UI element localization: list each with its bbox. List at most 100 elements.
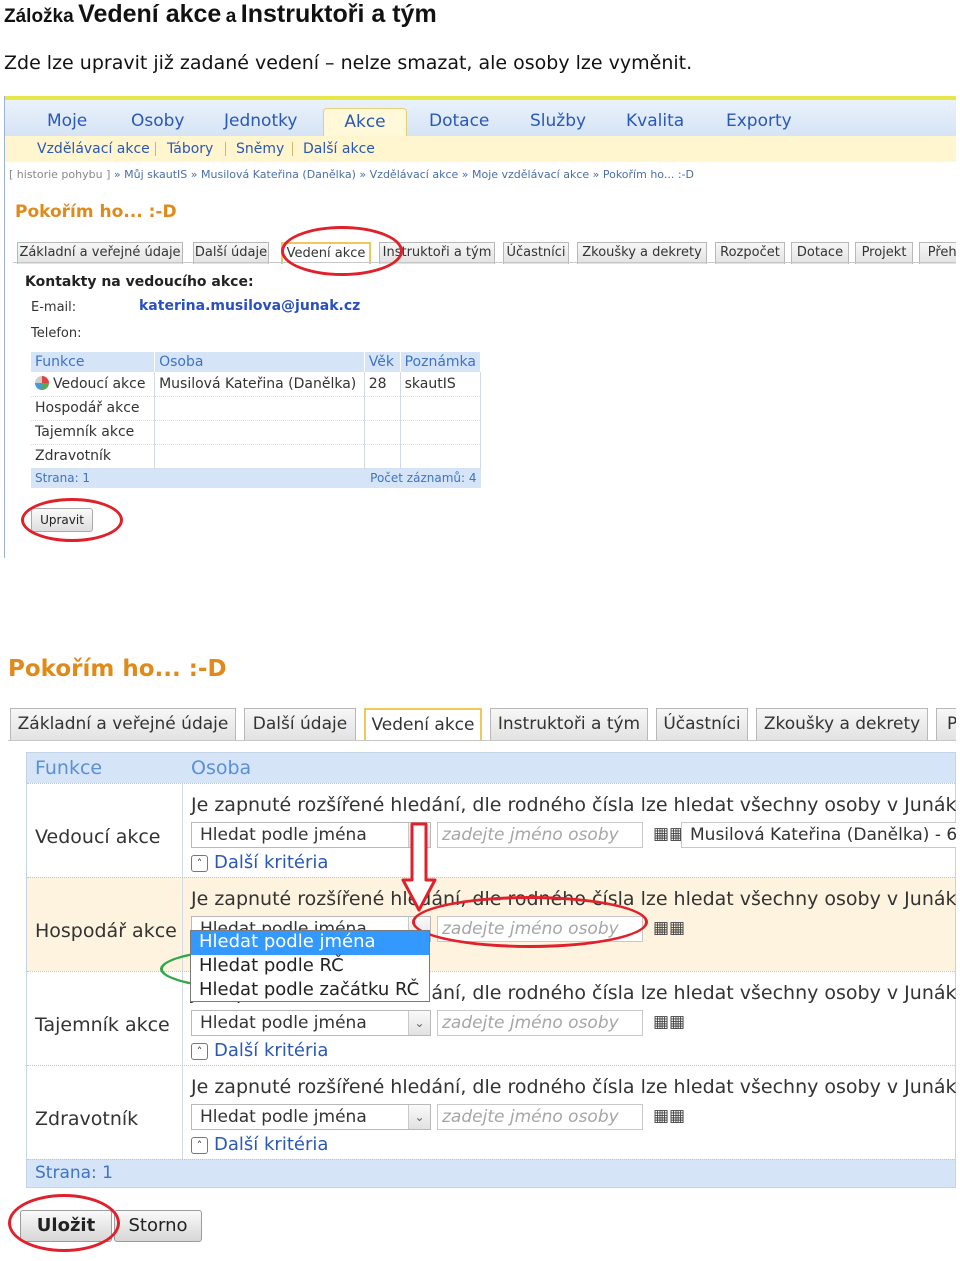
menu-item-osoby[interactable]: Osoby	[117, 108, 199, 136]
breadcrumb-history-link[interactable]: [ historie pohybu ]	[9, 168, 110, 181]
column-header-funkce[interactable]: Funkce	[31, 352, 156, 372]
title-prefix: Záložka	[4, 6, 74, 27]
tab-zkousky-a-dekrety[interactable]: Zkoušky a dekrety	[756, 708, 928, 740]
breadcrumb: [ historie pohybu ] » Můj skautIS » Musi…	[9, 168, 694, 181]
tab-bar: Základní a veřejné údaje Další údaje Ved…	[5, 242, 956, 264]
chevron-down-icon[interactable]: ⌄	[408, 1105, 430, 1129]
table-footer-row: Strana: 1 Počet záznamů: 4	[31, 468, 481, 488]
chevron-down-icon[interactable]: ⌄	[408, 1011, 430, 1035]
tab-ucastnici[interactable]: Účastníci	[503, 242, 569, 264]
tab-vedeni-akce[interactable]: Vedení akce	[364, 708, 482, 740]
menu-item-akce[interactable]: Akce	[323, 108, 407, 136]
column-header-vek[interactable]: Věk	[364, 352, 401, 372]
leaders-table: Funkce Osoba Věk Poznámka Vedoucí akce M…	[31, 352, 482, 488]
table-header-row: Funkce Osoba	[27, 753, 955, 783]
table-row: Tajemník akce Je zapnuté rozšířené hledá…	[27, 971, 956, 1065]
tab-dotace[interactable]: Dotace	[791, 242, 849, 264]
breadcrumb-path[interactable]: » Můj skautIS » Musilová Kateřina (Daněl…	[114, 168, 694, 181]
cell-funkce: Hospodář akce	[31, 396, 156, 421]
menu-item-exporty[interactable]: Exporty	[712, 108, 806, 136]
dropdown-option[interactable]: Hledat podle jména	[191, 931, 429, 955]
cell-vek	[364, 420, 401, 445]
search-mode-select[interactable]: Hledat podle jména⌄	[191, 822, 431, 848]
pie-chart-icon	[35, 375, 49, 390]
table-row: Vedoucí akce Musilová Kateřina (Danělka)…	[31, 372, 482, 397]
tab-zkousky-a-dekrety[interactable]: Zkoušky a dekrety	[577, 242, 707, 264]
person-name-input[interactable]: zadejte jméno osoby	[437, 1104, 643, 1130]
cell-poznamka	[400, 396, 482, 421]
cell-vek: 28	[364, 372, 401, 397]
cell-poznamka	[400, 420, 482, 445]
submenu-item-tabory[interactable]: Tábory	[167, 136, 213, 162]
tab-zakladni-udaje[interactable]: Základní a veřejné údaje	[10, 708, 236, 740]
tab-instruktori-a-tym[interactable]: Instruktoři a tým	[490, 708, 648, 740]
column-header-poznamka[interactable]: Poznámka	[400, 352, 482, 372]
cell-funkce: Vedoucí akce	[31, 372, 156, 397]
tab-dalsi-udaje[interactable]: Další údaje	[193, 242, 269, 264]
cell-osoba	[154, 444, 365, 469]
funkce-text: Vedoucí akce	[53, 375, 146, 392]
binoculars-icon[interactable]: ▦▦	[653, 1012, 685, 1032]
table-row: Hospodář akce Je zapnuté rozšířené hledá…	[27, 877, 956, 971]
tab-prehled[interactable]: Přehl	[919, 242, 956, 264]
email-link[interactable]: katerina.musilova@junak.cz	[139, 298, 360, 314]
binoculars-icon[interactable]: ▦▦	[653, 918, 685, 938]
person-name-input[interactable]: zadejte jméno osoby	[437, 1010, 643, 1036]
cell-funkce: Zdravotník	[31, 444, 156, 469]
tab-vedeni-akce[interactable]: Vedení akce	[281, 242, 371, 264]
submenu: Vzdělávací akce Tábory Sněmy Další akce	[5, 136, 956, 162]
cell-funkce: Tajemník akce	[31, 420, 156, 445]
more-criteria-link[interactable]: ˄ Další kritéria	[191, 1040, 328, 1061]
dropdown-option[interactable]: Hledat podle začátku RČ	[191, 979, 429, 1003]
save-button[interactable]: Uložit	[20, 1210, 112, 1242]
title-tab-name-2: Instruktoři a tým	[240, 0, 437, 28]
tab-projekt[interactable]: Projekt	[855, 242, 913, 264]
tab-zakladni-udaje[interactable]: Základní a veřejné údaje	[17, 242, 183, 264]
cell-vek	[364, 396, 401, 421]
search-mode-value: Hledat podle jména	[200, 825, 367, 845]
person-name-input[interactable]: zadejte jméno osoby	[437, 822, 643, 848]
tab-ucastnici[interactable]: Účastníci	[656, 708, 748, 740]
selected-person-field[interactable]: Musilová Kateřina (Danělka) - 6.	[681, 822, 956, 848]
column-header-funkce[interactable]: Funkce	[35, 757, 102, 779]
pager-page-label: Strana: 1	[27, 1159, 955, 1187]
cancel-button[interactable]: Storno	[114, 1210, 202, 1242]
menu-item-moje[interactable]: Moje	[33, 108, 101, 136]
menu-item-kvalita[interactable]: Kvalita	[612, 108, 698, 136]
red-arrow-icon	[401, 822, 437, 912]
column-divider	[182, 784, 183, 877]
row-funkce: Zdravotník	[35, 1108, 139, 1130]
submenu-item-vzdelavaci-akce[interactable]: Vzdělávací akce	[37, 136, 150, 162]
cell-osoba	[154, 420, 365, 445]
row-funkce: Vedoucí akce	[35, 826, 161, 848]
person-name-input[interactable]: zadejte jméno osoby	[437, 916, 643, 942]
column-header-osoba[interactable]: Osoba	[191, 757, 251, 779]
table-row: Tajemník akce	[31, 420, 482, 445]
more-criteria-label: Další kritéria	[214, 1040, 329, 1061]
submenu-separator	[225, 142, 226, 156]
menu-item-jednotky[interactable]: Jednotky	[210, 108, 311, 136]
tab-dalsi-udaje[interactable]: Další údaje	[244, 708, 356, 740]
extended-search-note: Je zapnuté rozšířené hledání, dle rodnéh…	[191, 888, 956, 910]
submenu-item-dalsi-akce[interactable]: Další akce	[303, 136, 375, 162]
menu-item-sluzby[interactable]: Služby	[516, 108, 600, 136]
edit-button[interactable]: Upravit	[31, 508, 93, 532]
tab-instruktori-a-tym[interactable]: Instruktoři a tým	[379, 242, 495, 264]
tab-truncated[interactable]: P	[936, 708, 956, 740]
column-header-osoba[interactable]: Osoba	[154, 352, 365, 372]
search-mode-select[interactable]: Hledat podle jména⌄	[191, 1104, 431, 1130]
dropdown-option[interactable]: Hledat podle RČ	[191, 955, 429, 979]
expand-icon: ˄	[191, 855, 208, 872]
submenu-item-snemy[interactable]: Sněmy	[236, 136, 284, 162]
more-criteria-link[interactable]: ˄ Další kritéria	[191, 852, 328, 873]
expand-icon: ˄	[191, 1043, 208, 1060]
column-divider	[182, 1066, 183, 1159]
binoculars-icon[interactable]: ▦▦	[653, 1106, 685, 1126]
table-row: Hospodář akce	[31, 396, 482, 421]
tab-rozpocet[interactable]: Rozpočet	[715, 242, 785, 264]
table-row: Zdravotník Je zapnuté rozšířené hledání,…	[27, 1065, 956, 1159]
more-criteria-link[interactable]: ˄ Další kritéria	[191, 1134, 328, 1155]
document-intro: Zde lze upravit již zadané vedení – nelz…	[4, 52, 693, 74]
search-mode-select[interactable]: Hledat podle jména⌄	[191, 1010, 431, 1036]
menu-item-dotace[interactable]: Dotace	[415, 108, 503, 136]
